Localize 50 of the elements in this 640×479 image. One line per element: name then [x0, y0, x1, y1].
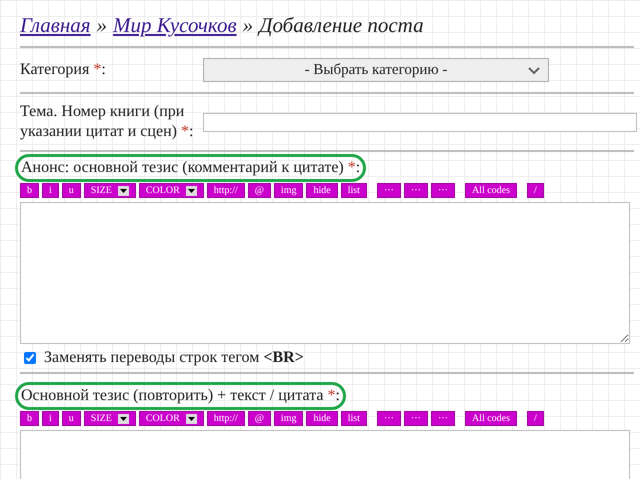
- toolbar-button[interactable]: @: [248, 183, 271, 198]
- toolbar-button[interactable]: http://: [206, 183, 245, 198]
- category-dropdown[interactable]: - Выбрать категорию -: [203, 58, 549, 82]
- toolbar-button[interactable]: ···: [404, 411, 428, 426]
- toolbar-dropdown[interactable]: SIZE: [84, 183, 136, 198]
- toolbar-dropdown[interactable]: SIZE: [84, 411, 136, 426]
- breadcrumb-link[interactable]: Мир Кусочков: [113, 10, 237, 42]
- toolbar-button[interactable]: ···: [376, 411, 401, 426]
- checkbox-label: Заменять переводы строк тегом <BR>: [44, 348, 304, 368]
- field-label: Анонс: основной тезис (комментарий к цитате) *:: [21, 158, 360, 178]
- toolbar-button[interactable]: @: [248, 411, 271, 426]
- toolbar-button[interactable]: b: [20, 411, 39, 426]
- toolbar-button[interactable]: b: [20, 183, 39, 198]
- toolbar-button[interactable]: ···: [376, 183, 401, 198]
- caret-down-icon: [186, 414, 197, 424]
- toolbar-button[interactable]: http://: [206, 411, 245, 426]
- toolbar-dropdown[interactable]: COLOR: [138, 411, 204, 426]
- topic-input[interactable]: [203, 112, 637, 132]
- breadcrumb-link[interactable]: Главная: [20, 10, 91, 42]
- toolbar-button[interactable]: list: [340, 411, 367, 426]
- field-label: Основной тезис (повторить) + текст / цитата *:: [21, 386, 340, 406]
- breadcrumb-separator: »: [242, 12, 254, 39]
- text-area[interactable]: [20, 202, 630, 344]
- field-label: Категория *:: [20, 60, 107, 80]
- toolbar-button[interactable]: i: [42, 183, 59, 198]
- toolbar-button[interactable]: hide: [306, 411, 338, 426]
- toolbar-button[interactable]: u: [62, 411, 81, 426]
- toolbar-button[interactable]: All codes: [464, 411, 517, 426]
- toolbar-button[interactable]: list: [340, 183, 367, 198]
- toolbar-button[interactable]: u: [62, 183, 81, 198]
- text-area[interactable]: [20, 430, 630, 479]
- toolbar-button[interactable]: img: [274, 411, 304, 426]
- caret-down-icon: [118, 414, 129, 424]
- toolbar-button[interactable]: ···: [430, 183, 455, 198]
- page-title: Добавление поста: [259, 12, 424, 39]
- chevron-down-icon: [528, 67, 540, 75]
- toolbar-dropdown[interactable]: COLOR: [138, 183, 204, 198]
- toolbar-button[interactable]: /: [526, 183, 544, 198]
- toolbar-button[interactable]: ···: [404, 183, 428, 198]
- toolbar-button[interactable]: All codes: [464, 183, 517, 198]
- toolbar-button[interactable]: hide: [306, 183, 338, 198]
- checkbox[interactable]: [24, 352, 36, 364]
- toolbar-button[interactable]: /: [526, 411, 544, 426]
- caret-down-icon: [118, 186, 129, 196]
- toolbar-button[interactable]: ···: [430, 411, 455, 426]
- toolbar-button[interactable]: img: [274, 183, 304, 198]
- toolbar-button[interactable]: i: [42, 411, 59, 426]
- caret-down-icon: [186, 186, 197, 196]
- breadcrumb-separator: »: [96, 12, 108, 39]
- field-label: Тема. Номер книги (при указании цитат и сцен) *:: [20, 102, 194, 142]
